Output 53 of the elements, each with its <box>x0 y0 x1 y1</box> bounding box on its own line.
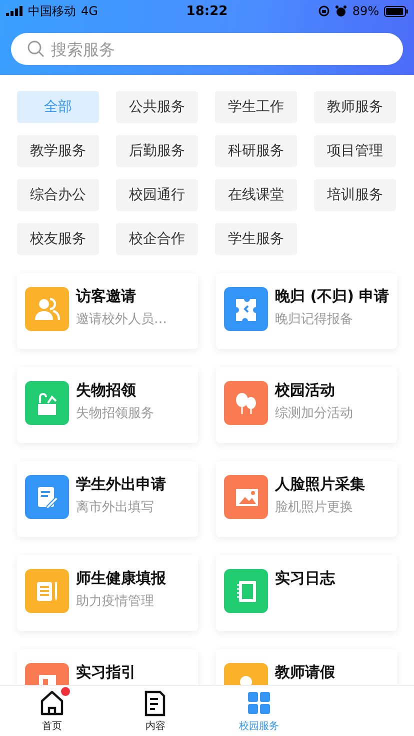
category-chip[interactable]: 校企合作 <box>116 223 198 255</box>
category-chip[interactable]: 教师服务 <box>314 91 396 123</box>
service-title: 人脸照片采集 <box>275 475 365 494</box>
service-card[interactable]: 失物招领 失物招领服务 <box>17 367 198 443</box>
service-card[interactable]: 访客邀请 邀请校外人员… <box>17 273 198 349</box>
signal-icon <box>6 6 23 16</box>
service-title: 晚归 (不归) 申请 <box>275 287 389 306</box>
service-card[interactable]: 学生外出申请 离市外出填写 <box>17 461 198 537</box>
service-title: 实习日志 <box>275 569 335 588</box>
category-chip[interactable]: 综合办公 <box>17 179 99 211</box>
tab-item[interactable]: 内容 <box>104 686 207 736</box>
service-card[interactable]: 校园活动 综测加分活动 <box>216 367 397 443</box>
alarm-icon <box>335 5 348 17</box>
category-chip[interactable]: 培训服务 <box>314 179 396 211</box>
category-chip[interactable]: 校园通行 <box>116 179 198 211</box>
rotation-lock-icon <box>318 5 330 17</box>
service-title: 实习指引 <box>76 663 136 682</box>
carrier-text: 中国移动 <box>28 2 76 20</box>
service-title: 校园活动 <box>275 381 336 400</box>
service-title: 教师请假 <box>275 663 335 682</box>
service-subtitle: 助力疫情管理 <box>76 593 155 610</box>
service-card[interactable]: 晚归 (不归) 申请 晚归记得报备 <box>216 273 397 349</box>
category-chip[interactable]: 科研服务 <box>215 135 297 167</box>
search-icon <box>27 40 45 58</box>
service-subtitle: 邀请校外人员… <box>76 311 167 328</box>
category-chip[interactable]: 在线课堂 <box>215 179 297 211</box>
service-subtitle: 晚归记得报备 <box>275 311 354 328</box>
service-subtitle: 离市外出填写 <box>76 499 155 516</box>
service-card[interactable]: 师生健康填报 助力疫情管理 <box>17 555 198 631</box>
service-title: 学生外出申请 <box>76 475 166 494</box>
service-title: 失物招领 <box>76 381 137 400</box>
service-card[interactable]: 实习日志 <box>216 555 397 631</box>
service-card[interactable]: 教师请假 <box>216 649 397 685</box>
search-field[interactable]: 搜索服务 <box>11 33 403 65</box>
tab-item[interactable]: 首页 <box>0 686 104 736</box>
service-subtitle: 失物招领服务 <box>76 405 154 422</box>
network-text: 4G <box>81 4 98 18</box>
category-chip[interactable]: 后勤服务 <box>116 135 198 167</box>
service-subtitle: 脸机照片更换 <box>275 499 354 516</box>
service-card[interactable]: 实习指引 <box>17 649 198 685</box>
service-subtitle: 综测加分活动 <box>275 405 353 422</box>
battery-icon <box>384 6 408 16</box>
category-chip[interactable]: 校友服务 <box>17 223 99 255</box>
category-chip[interactable]: 学生工作 <box>215 91 297 123</box>
category-chip[interactable]: 学生服务 <box>215 223 297 255</box>
service-title: 访客邀请 <box>76 287 137 306</box>
service-title: 师生健康填报 <box>76 569 166 588</box>
battery-text: 89% <box>352 4 379 18</box>
clock-text: 18:22 <box>186 4 228 18</box>
category-chip[interactable]: 公共服务 <box>116 91 198 123</box>
category-chip[interactable]: 教学服务 <box>17 135 99 167</box>
service-card[interactable]: 人脸照片采集 脸机照片更换 <box>216 461 397 537</box>
category-chip[interactable]: 项目管理 <box>314 135 396 167</box>
